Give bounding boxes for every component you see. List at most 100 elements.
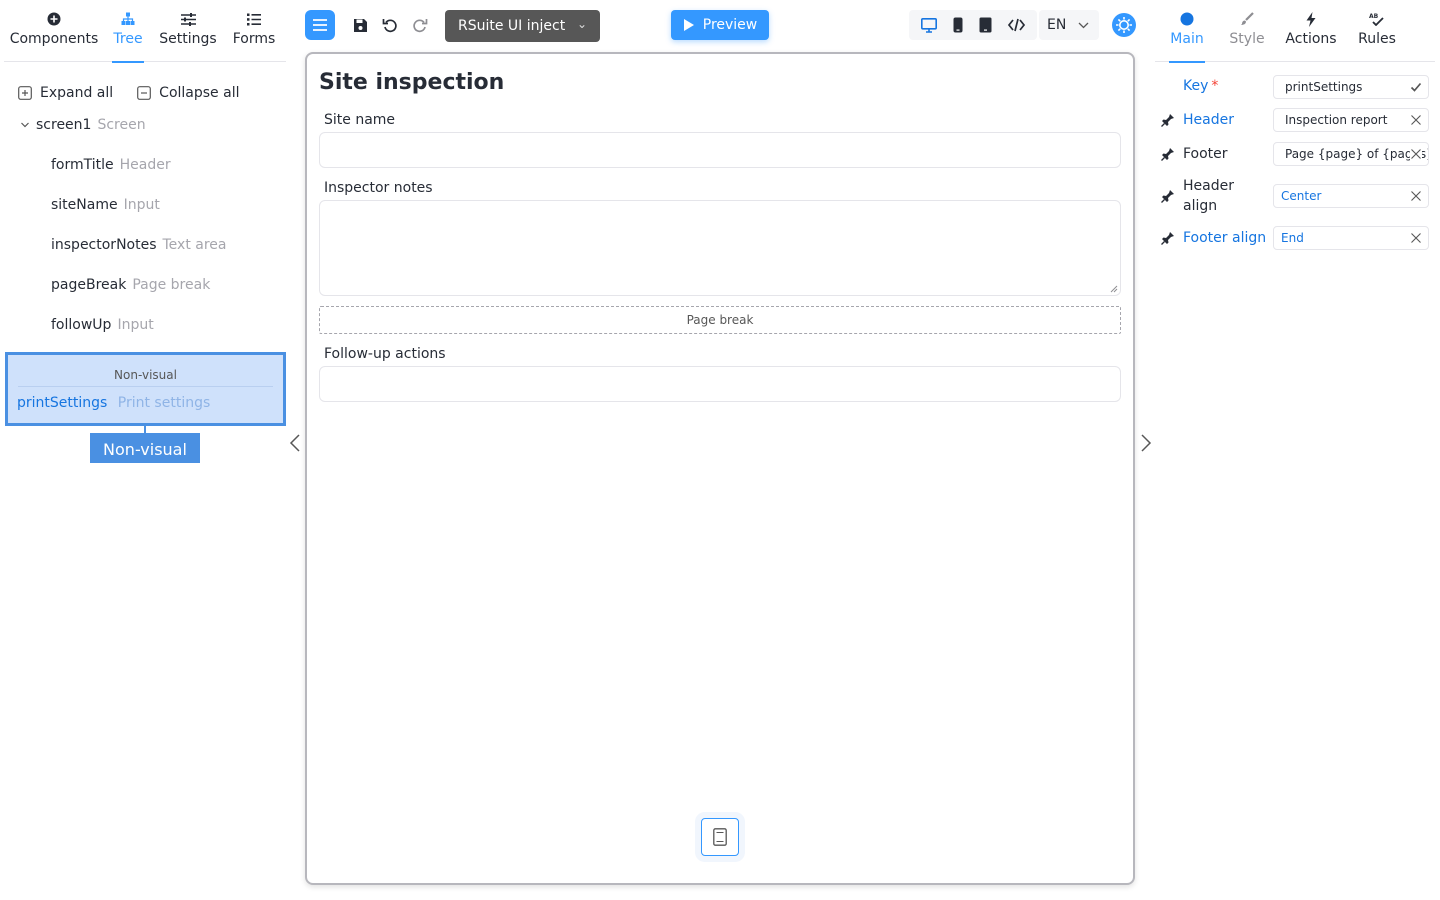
page-break[interactable]: Page break [319,306,1121,334]
desktop-icon[interactable] [921,17,937,33]
clear-icon[interactable] [1410,232,1422,244]
tab-actions[interactable]: Actions [1275,0,1347,62]
tree-node-printsettings[interactable]: printSettings Print settings [17,395,210,411]
tab-rules[interactable]: AB Rules [1347,0,1407,62]
tab-tree-label: Tree [113,31,143,47]
chevron-right-icon [1141,434,1152,452]
tab-rules-label: Rules [1358,31,1396,47]
theme-toggle-button[interactable] [1111,12,1137,38]
pin-icon[interactable] [1161,231,1175,245]
code-icon[interactable] [1008,18,1025,32]
right-tabs: Main Style Actions AB Rules [1155,0,1435,63]
header-input[interactable]: Inspection report [1273,108,1429,132]
tab-components[interactable]: Components [4,0,104,62]
prop-header-label: Header [1183,112,1234,128]
resize-grip-icon [1110,285,1118,293]
list-icon [247,11,261,27]
header-align-select[interactable]: Center [1273,184,1429,208]
tab-forms-label: Forms [232,31,276,47]
tree-node-followup[interactable]: followUp Input [51,317,154,333]
tab-main-label: Main [1170,31,1204,47]
redo-icon [413,19,428,33]
pin-icon[interactable] [1161,189,1175,203]
redo-button[interactable] [409,14,431,36]
inspector-notes-textarea[interactable] [319,200,1121,296]
non-visual-section[interactable]: Non-visual printSettings Print settings [5,352,286,426]
expand-all-label: Expand all [40,85,114,101]
left-tabs: Components Tree Settings Forms [4,0,286,63]
prop-footer-label: Footer [1183,146,1228,162]
collapse-left-panel-button[interactable] [288,432,304,454]
tablet-icon[interactable] [979,17,992,33]
document-icon [713,828,727,846]
tab-main[interactable]: Main [1155,0,1219,63]
hamburger-icon [313,19,327,31]
prop-footer-align-label: Footer align [1183,230,1267,246]
site-name-label: Site name [324,112,396,128]
mobile-icon[interactable] [953,17,963,33]
site-name-input[interactable] [319,132,1121,168]
tree-node-sitename[interactable]: siteName Input [51,197,160,213]
collapse-right-panel-button[interactable] [1138,432,1154,454]
right-panel: Main Style Actions AB Rules Key * printSe… [1155,0,1440,900]
language-select-value: EN [1047,17,1067,33]
tree-node-pagebreak[interactable]: pageBreak Page break [51,277,210,293]
tree-node-type: Input [117,317,154,333]
main-menu-button[interactable] [305,10,335,40]
save-button[interactable] [349,14,371,36]
caret-icon: ⌄ [576,17,587,31]
check-icon[interactable] [1410,81,1422,93]
tab-settings[interactable]: Settings [152,0,224,62]
tab-style-label: Style [1229,31,1265,47]
expand-all-button[interactable]: Expand all [18,82,113,104]
clear-icon[interactable] [1410,114,1422,126]
pin-icon[interactable] [1161,113,1175,127]
tree-node-screen1[interactable]: screen1 Screen [20,117,146,133]
tree-node-name: printSettings [17,395,108,411]
tree-node-type: Page break [132,277,211,293]
tab-style[interactable]: Style [1219,0,1275,62]
chevron-down-icon[interactable] [20,120,30,130]
undo-button[interactable] [379,14,401,36]
drop-indicator-stem [144,425,146,433]
clear-icon[interactable] [1410,190,1422,202]
form-canvas[interactable]: Site inspection Site name Inspector note… [305,52,1135,885]
tab-tree[interactable]: Tree [104,0,152,63]
plus-circle-icon [47,11,61,27]
tree-node-type: Input [123,197,160,213]
pin-icon[interactable] [1161,147,1175,161]
tree-actions: Expand all Collapse all [18,82,239,104]
dot-icon [1180,11,1194,27]
footer-input[interactable]: Page {page} of {pages} [1273,142,1429,166]
tab-forms[interactable]: Forms [224,0,284,62]
tab-actions-label: Actions [1285,31,1337,47]
clear-icon[interactable] [1410,148,1422,160]
form-title[interactable]: Site inspection [319,70,504,95]
preview-label: Preview [702,17,758,33]
plus-square-icon [18,86,32,100]
follow-up-input[interactable] [319,366,1121,402]
tree-node-type: Print settings [117,395,211,411]
spellcheck-icon: AB [1369,11,1385,27]
tree-node-type: Text area [162,237,227,253]
page-view-button[interactable] [701,818,739,856]
collapse-all-button[interactable]: Collapse all [137,82,239,104]
tree-node-inspectornotes[interactable]: inspectorNotes Text area [51,237,226,253]
sliders-icon [180,11,196,27]
follow-up-label: Follow-up actions [324,346,446,362]
save-icon [353,18,367,32]
footer-align-select[interactable]: End [1273,226,1429,250]
ui-kit-select[interactable]: RSuite UI inject ⌄ [445,10,600,42]
language-select[interactable]: EN [1039,10,1099,40]
device-switcher [909,10,1037,40]
play-icon [683,19,694,31]
tree-icon [121,11,135,27]
minus-square-icon [137,86,152,100]
svg-text:AB: AB [1369,13,1379,20]
tree-node-type: Screen [97,117,146,133]
left-panel: Components Tree Settings Forms Expand al… [0,0,290,900]
tree-node-formtitle[interactable]: formTitle Header [51,157,171,173]
key-input[interactable]: printSettings [1273,75,1429,99]
preview-button[interactable]: Preview [671,10,769,40]
inspector-notes-label: Inspector notes [324,180,433,196]
